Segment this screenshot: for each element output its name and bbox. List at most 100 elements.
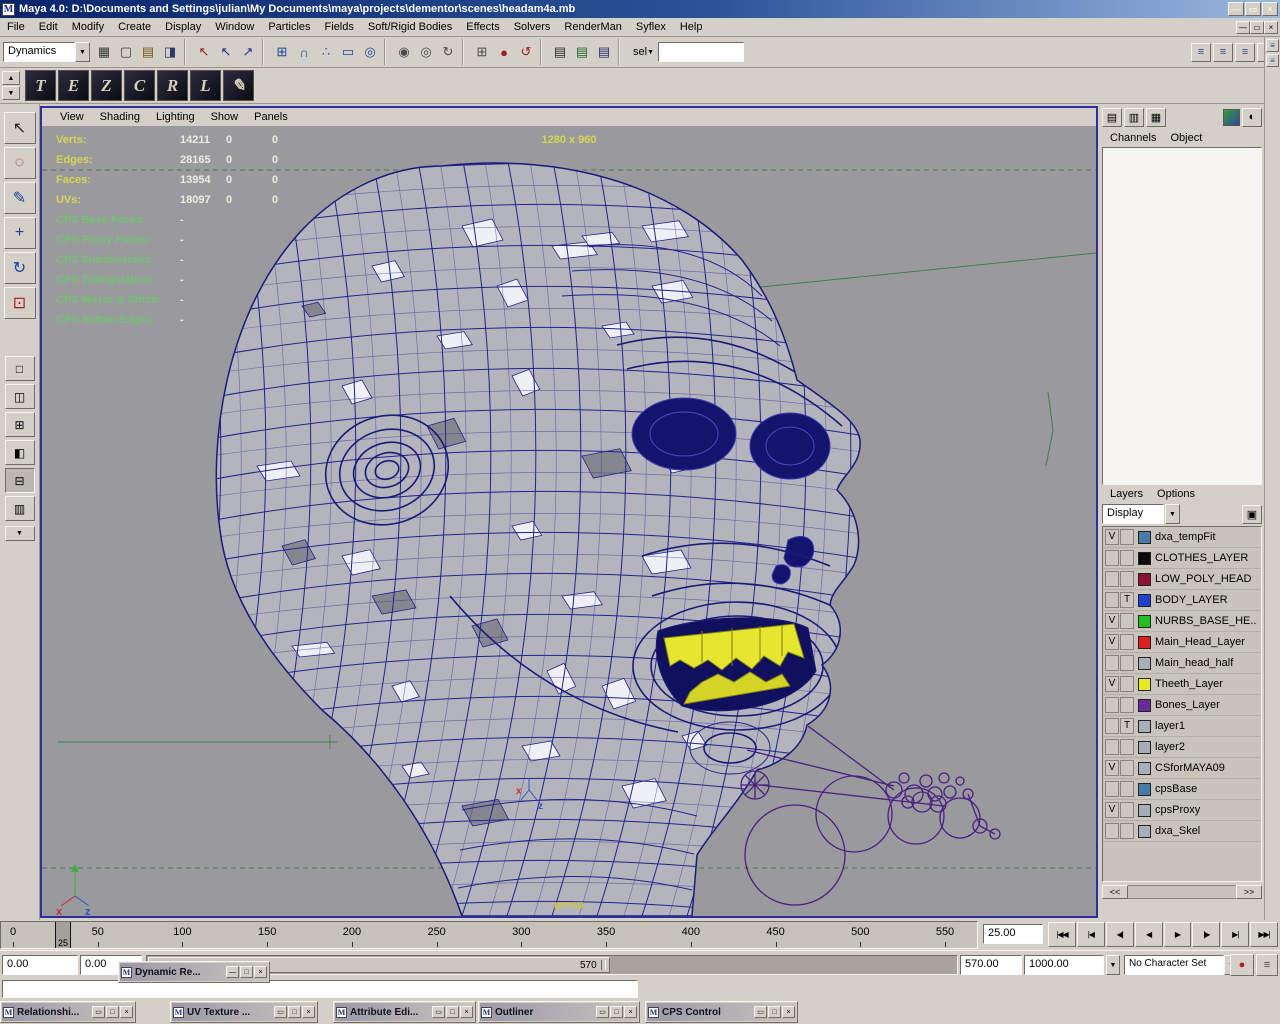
layer-visibility-toggle[interactable]	[1105, 697, 1119, 713]
show-command-line-icon[interactable]: ≡	[1235, 43, 1255, 62]
close-button[interactable]: ×	[782, 1006, 795, 1018]
close-button[interactable]: ×	[302, 1006, 315, 1018]
layer-display-type-toggle[interactable]	[1120, 529, 1134, 545]
layer-row-theeth-layer[interactable]: VTheeth_Layer	[1103, 674, 1261, 695]
maximize-button[interactable]: □	[446, 1006, 459, 1018]
maximize-button[interactable]: □	[288, 1006, 301, 1018]
minimized-window-attribute-edi[interactable]: MAttribute Edi...▭□×	[333, 1001, 476, 1023]
mdi-close-button[interactable]: ×	[1264, 21, 1278, 34]
layer-visibility-toggle[interactable]	[1105, 655, 1119, 671]
construction-history-icon[interactable]: ↻	[437, 41, 459, 63]
chevron-down-icon[interactable]: ▼	[1165, 504, 1180, 524]
panel-menu-view[interactable]: View	[52, 110, 92, 124]
minimized-window-outliner[interactable]: MOutliner▭□×	[478, 1001, 640, 1023]
curve-snap-icon[interactable]: ↺	[515, 41, 537, 63]
animation-preferences-icon[interactable]: ≡	[1256, 954, 1278, 976]
move-tool[interactable]: +	[4, 217, 36, 249]
highlight-selection-icon[interactable]: ●	[493, 41, 515, 63]
floating-window-dynamic-relationships[interactable]: M Dynamic Re... — □ ×	[118, 961, 270, 983]
layer-display-type-toggle[interactable]: T	[1120, 718, 1134, 734]
restore-button[interactable]: ▭	[432, 1006, 445, 1018]
restore-button[interactable]: ▭	[274, 1006, 287, 1018]
layer-display-type-toggle[interactable]	[1120, 802, 1134, 818]
layout-two-pane[interactable]: ◫	[5, 384, 35, 409]
minimize-button[interactable]: —	[1228, 2, 1244, 16]
layer-color-swatch[interactable]	[1138, 825, 1151, 838]
layout-persp-outliner[interactable]: ◧	[5, 440, 35, 465]
layer-row-nurbs-base-he[interactable]: VNURBS_BASE_HE..	[1103, 611, 1261, 632]
scene-canvas[interactable]: xz xz Verts:1421100Edges:2816500Faces:13…	[42, 126, 1096, 916]
render-globals-icon[interactable]: ▤	[593, 41, 615, 63]
layer-display-type-toggle[interactable]	[1120, 676, 1134, 692]
layer-visibility-toggle[interactable]: V	[1105, 760, 1119, 776]
menu-window[interactable]: Window	[208, 19, 261, 35]
menu-file[interactable]: File	[0, 19, 32, 35]
artisan-paint-icon[interactable]	[1223, 109, 1240, 126]
menu-options[interactable]: Options	[1150, 487, 1202, 501]
perspective-viewport[interactable]: ViewShadingLightingShowPanels	[40, 106, 1098, 918]
layer-row-dxa-skel[interactable]: dxa_Skel	[1103, 821, 1261, 842]
restore-button[interactable]: ▭	[596, 1006, 609, 1018]
render-frame-icon[interactable]: ▤	[549, 41, 571, 63]
shelf-button-[interactable]: ✎	[223, 70, 254, 101]
input-connections-icon[interactable]: ◉	[393, 41, 415, 63]
layer-row-main-head-half[interactable]: Main_head_half	[1103, 653, 1261, 674]
layer-display-type-toggle[interactable]	[1120, 655, 1134, 671]
play-backward-button[interactable]: ◀	[1135, 922, 1163, 947]
layout-four-pane[interactable]: ⊞	[5, 412, 35, 437]
layer-color-swatch[interactable]	[1138, 741, 1151, 754]
panel-menu-panels[interactable]: Panels	[246, 110, 296, 124]
layer-row-bones-layer[interactable]: Bones_Layer	[1103, 695, 1261, 716]
layer-row-layer1[interactable]: Tlayer1	[1103, 716, 1261, 737]
range-grip-right[interactable]	[601, 960, 606, 970]
layer-display-type-toggle[interactable]	[1120, 550, 1134, 566]
layer-color-swatch[interactable]	[1138, 699, 1151, 712]
menu-object[interactable]: Object	[1163, 131, 1209, 145]
menu-renderman[interactable]: RenderMan	[557, 19, 628, 35]
snap-point-icon[interactable]: ∴	[315, 41, 337, 63]
layer-display-type-toggle[interactable]	[1120, 634, 1134, 650]
scroll-right-button[interactable]: >>	[1236, 885, 1262, 899]
layer-color-swatch[interactable]	[1138, 678, 1151, 691]
maximize-button[interactable]: □	[240, 966, 253, 978]
mdi-minimize-button[interactable]: —	[1236, 21, 1250, 34]
layer-visibility-toggle[interactable]	[1105, 550, 1119, 566]
new-scene-icon[interactable]: ▢	[115, 41, 137, 63]
snap-grid-icon[interactable]: ⊞	[271, 41, 293, 63]
playback-end-field[interactable]: 570.00	[960, 955, 1022, 975]
command-line-input[interactable]	[2, 980, 638, 998]
layer-color-swatch[interactable]	[1138, 804, 1151, 817]
show-layer-editor-icon[interactable]: ▥	[1124, 108, 1144, 127]
step-back-key-button[interactable]: |◀	[1077, 922, 1105, 947]
layer-visibility-toggle[interactable]	[1105, 592, 1119, 608]
layer-display-type-toggle[interactable]	[1120, 739, 1134, 755]
layout-single-pane[interactable]: □	[5, 356, 35, 381]
quick-select-input[interactable]	[658, 42, 744, 62]
menu-soft-rigid-bodies[interactable]: Soft/Rigid Bodies	[361, 19, 459, 35]
layer-row-clothes-layer[interactable]: CLOTHES_LAYER	[1103, 548, 1261, 569]
layer-color-swatch[interactable]	[1138, 762, 1151, 775]
layer-display-type-toggle[interactable]	[1120, 571, 1134, 587]
restore-button[interactable]: ▭	[92, 1006, 105, 1018]
maximize-button[interactable]: □	[610, 1006, 623, 1018]
layer-color-swatch[interactable]	[1138, 783, 1151, 796]
show-channel-box-icon[interactable]: ▤	[1102, 108, 1122, 127]
layer-visibility-toggle[interactable]	[1105, 823, 1119, 839]
layer-row-cpsbase[interactable]: cpsBase	[1103, 779, 1261, 800]
shelf-tab-up-icon[interactable]: ▲	[2, 71, 20, 85]
layout-more-dropdown[interactable]: ▼	[5, 526, 35, 541]
layer-visibility-toggle[interactable]: V	[1105, 676, 1119, 692]
minimized-window-relationshi[interactable]: MRelationshi...▭□×	[0, 1001, 136, 1023]
auto-key-icon[interactable]: ●	[1230, 954, 1254, 976]
shelf-button-c[interactable]: C	[124, 70, 155, 101]
shelf-button-r[interactable]: R	[157, 70, 188, 101]
layer-row-dxa-tempfit[interactable]: Vdxa_tempFit	[1103, 527, 1261, 548]
timeline-ruler[interactable]: 050100150200250300350400450500550 25	[0, 921, 978, 949]
minimize-button[interactable]: —	[226, 966, 239, 978]
layer-color-swatch[interactable]	[1138, 615, 1151, 628]
step-back-frame-button[interactable]: ◀|	[1106, 922, 1134, 947]
layer-row-cpsproxy[interactable]: VcpsProxy	[1103, 800, 1261, 821]
scale-tool[interactable]: ⊡	[4, 287, 36, 319]
layout-persp-graph[interactable]: ⊟	[5, 468, 35, 493]
menu-create[interactable]: Create	[111, 19, 158, 35]
